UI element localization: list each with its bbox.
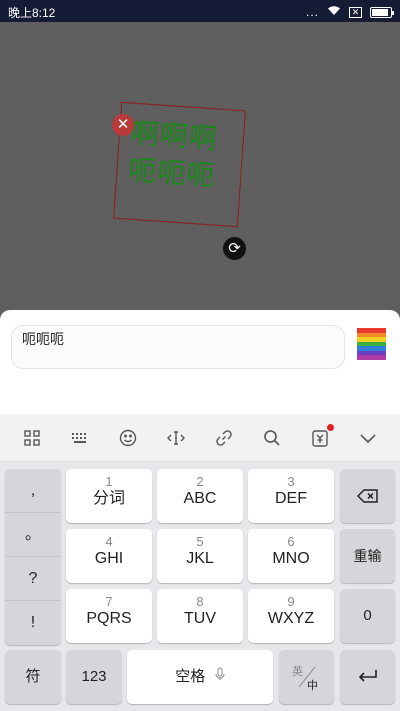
keyboard-toolbar (0, 414, 400, 462)
sticker-rotate-button[interactable]: ⟳ (223, 237, 246, 260)
wifi-icon (327, 3, 341, 21)
search-icon[interactable] (257, 423, 287, 453)
microphone-icon (215, 667, 225, 686)
numbers-label: 123 (81, 668, 107, 685)
reenter-label: 重输 (353, 548, 382, 564)
key-num: 2 (196, 474, 204, 489)
close-icon: ✕ (116, 116, 130, 133)
symbols-label: 符 (25, 668, 41, 685)
key-num: 7 (105, 594, 113, 609)
key-letters: JKL (186, 550, 214, 567)
key-2[interactable]: 2 ABC (157, 469, 243, 523)
backspace-icon (340, 488, 395, 509)
key-0[interactable]: 0 (340, 589, 395, 643)
key-zero-label: 0 (363, 607, 372, 624)
key-num: 6 (287, 534, 295, 549)
key-7[interactable]: 7 PQRS (66, 589, 152, 643)
sticker-line-1: 啊啊啊 (129, 116, 220, 156)
key-9[interactable]: 9 WXYZ (248, 589, 334, 643)
enter-icon (340, 668, 395, 689)
emoji-icon[interactable] (113, 423, 143, 453)
key-3[interactable]: 3 DEF (248, 469, 334, 523)
notification-dot (327, 423, 334, 431)
lang-zh-label: 中 (307, 680, 318, 692)
link-icon[interactable] (209, 423, 239, 453)
key-5[interactable]: 5 JKL (157, 529, 243, 583)
key-letters: MNO (272, 550, 310, 567)
punct-key-comma[interactable]: , (5, 469, 61, 513)
sticker-delete-button[interactable]: ✕ (112, 114, 134, 136)
status-bar: 晚上8:12 ... ✕ (0, 0, 400, 22)
keyboard-icon[interactable] (65, 423, 95, 453)
t9-keyboard: , 。 ? ! 1 分词 2 ABC 3 DEF 4 GHI 5 JKL 6 M… (0, 462, 400, 711)
key-letters: ABC (183, 490, 217, 507)
language-switch-key[interactable]: 英 中 (279, 650, 334, 704)
reenter-key[interactable]: 重输 (340, 529, 395, 583)
key-letters: TUV (184, 610, 216, 627)
more-dots-icon: ... (305, 5, 319, 19)
sticker-text: 啊啊啊 呃呃呃 (127, 115, 219, 195)
space-label: 空格 (175, 668, 206, 685)
text-input-panel: 呃呃呃 (0, 310, 400, 414)
backspace-key[interactable] (340, 469, 395, 523)
key-num: 1 (105, 474, 113, 489)
key-num: 8 (196, 594, 204, 609)
battery-icon (370, 6, 394, 18)
enter-key[interactable] (340, 650, 395, 704)
symbols-key[interactable]: 符 (5, 650, 61, 704)
numbers-key[interactable]: 123 (66, 650, 122, 704)
key-4[interactable]: 4 GHI (66, 529, 152, 583)
key-num: 5 (196, 534, 204, 549)
key-letters: WXYZ (267, 610, 315, 627)
sticker-line-2: 呃呃呃 (127, 153, 217, 193)
wallet-icon[interactable] (305, 423, 335, 453)
key-num: 3 (287, 474, 295, 489)
key-6[interactable]: 6 MNO (248, 529, 334, 583)
key-num: 9 (287, 594, 295, 609)
cursor-move-icon[interactable] (161, 423, 191, 453)
key-1[interactable]: 1 分词 (66, 469, 152, 523)
grid-icon[interactable] (17, 423, 47, 453)
key-num: 4 (105, 534, 113, 549)
sticker-text-input[interactable]: 呃呃呃 (11, 325, 345, 369)
punct-key-question[interactable]: ? (5, 557, 61, 601)
punct-key-exclaim[interactable]: ! (5, 601, 61, 645)
color-picker-button[interactable] (357, 328, 386, 361)
collapse-icon[interactable] (353, 423, 383, 453)
status-icons: ... ✕ (305, 3, 394, 21)
editor-canvas[interactable]: 啊啊啊 呃呃呃 ✕ ⟳ (0, 22, 400, 310)
rainbow-stripe (357, 355, 386, 361)
punctuation-column[interactable]: , 。 ? ! (5, 469, 61, 645)
key-letters: PQRS (86, 610, 132, 627)
key-letters: GHI (94, 550, 124, 567)
key-letters: DEF (275, 490, 307, 507)
space-key[interactable]: 空格 (127, 650, 273, 704)
no-sim-icon: ✕ (349, 6, 362, 18)
key-8[interactable]: 8 TUV (157, 589, 243, 643)
punct-key-period[interactable]: 。 (5, 513, 61, 557)
rotate-icon: ⟳ (228, 240, 241, 257)
key-letters: 分词 (92, 490, 125, 507)
status-time: 晚上8:12 (8, 6, 56, 20)
